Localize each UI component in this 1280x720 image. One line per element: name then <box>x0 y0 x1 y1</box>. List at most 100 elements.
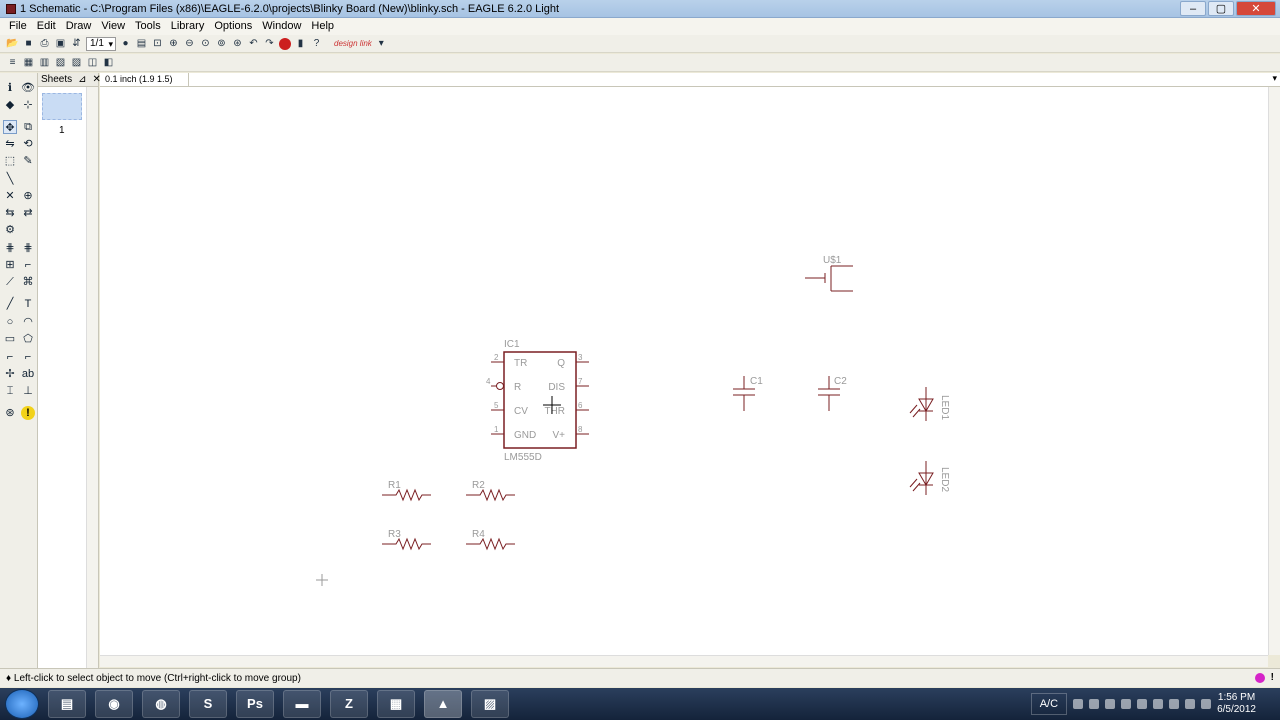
tray-icon-1[interactable] <box>1073 699 1084 709</box>
arc-icon[interactable]: ◠ <box>21 315 35 329</box>
resistor-r3-symbol[interactable] <box>382 537 431 551</box>
menu-window[interactable]: Window <box>257 18 306 35</box>
wire-icon[interactable]: ╱ <box>3 297 17 311</box>
battery-symbol[interactable] <box>805 265 853 292</box>
pin-icon[interactable]: ⊿ <box>78 74 86 85</box>
label-icon[interactable]: ab <box>21 367 35 381</box>
zoom-in-icon[interactable]: ⊕ <box>167 37 180 50</box>
schematic-canvas[interactable]: IC1 LM555D 2 4 5 1 3 7 6 8 TR R CV GND Q… <box>100 87 1268 655</box>
copy-icon[interactable]: ⧉ <box>21 120 35 134</box>
tray-icon-5[interactable] <box>1137 699 1148 709</box>
split-icon[interactable]: ⟋ <box>3 275 17 289</box>
taskbar-app-10[interactable]: ▨ <box>471 690 509 718</box>
menu-file[interactable]: File <box>4 18 32 35</box>
menu-tools[interactable]: Tools <box>130 18 166 35</box>
vertical-scrollbar[interactable] <box>1268 87 1280 655</box>
taskbar-explorer[interactable]: ▤ <box>48 690 86 718</box>
zoom-select-icon[interactable]: ⊚ <box>215 37 228 50</box>
taskbar-firefox[interactable]: ◍ <box>142 690 180 718</box>
sheet-thumbnail[interactable] <box>42 93 82 120</box>
text-icon[interactable]: T <box>21 297 35 311</box>
polygon-icon[interactable]: ⬠ <box>21 332 35 346</box>
print-icon[interactable]: ⎙ <box>38 37 51 50</box>
bus-icon[interactable]: ⌐ <box>3 350 17 364</box>
open-icon[interactable]: 📂 <box>6 37 19 50</box>
invoke-icon[interactable]: ⌘ <box>21 275 35 289</box>
taskbar-filezilla[interactable]: Z <box>330 690 368 718</box>
menu-toggle-icon[interactable]: ≡ <box>6 56 19 69</box>
zoom-fit-icon[interactable]: ⊡ <box>151 37 164 50</box>
mirror-icon[interactable]: ⇋ <box>3 137 17 151</box>
resistor-r1-symbol[interactable] <box>382 488 431 502</box>
menu-help[interactable]: Help <box>306 18 339 35</box>
tray-icon-2[interactable] <box>1089 699 1100 709</box>
minimize-button[interactable]: – <box>1180 1 1206 16</box>
resistor-r4-symbol[interactable] <box>466 537 515 551</box>
taskbar-chrome[interactable]: ◉ <box>95 690 133 718</box>
taskbar-folder[interactable]: ▬ <box>283 690 321 718</box>
attribute-icon[interactable]: ⌶ <box>3 384 17 398</box>
redo-icon[interactable]: ↷ <box>263 37 276 50</box>
gateswap-icon[interactable]: ⚙ <box>3 223 17 237</box>
add-icon[interactable]: ⊕ <box>21 189 35 203</box>
delete-icon[interactable]: ✕ <box>3 189 17 203</box>
ic1-symbol[interactable] <box>491 351 589 449</box>
rect-icon[interactable]: ▭ <box>3 332 17 346</box>
panel-icon[interactable]: ▧ <box>54 56 67 69</box>
tray-icon-7[interactable] <box>1169 699 1180 709</box>
change-icon[interactable]: ✎ <box>21 154 35 168</box>
go-icon[interactable]: ▮ <box>294 37 307 50</box>
menu-draw[interactable]: Draw <box>61 18 97 35</box>
show-icon[interactable]: 👁 <box>21 81 35 95</box>
menu-options[interactable]: Options <box>209 18 257 35</box>
network-icon[interactable] <box>1201 699 1212 709</box>
undo-icon[interactable]: ↶ <box>247 37 260 50</box>
clock[interactable]: 1:56 PM 6/5/2012 <box>1217 692 1256 716</box>
script-icon[interactable]: ▤ <box>135 37 148 50</box>
pinswap-icon[interactable]: ⇆ <box>3 206 17 220</box>
zoom-area-icon[interactable]: ⊛ <box>231 37 244 50</box>
taskbar-photoshop[interactable]: Ps <box>236 690 274 718</box>
maximize-button[interactable]: ▢ <box>1208 1 1234 16</box>
led1-symbol[interactable] <box>909 387 934 421</box>
horizontal-scrollbar[interactable] <box>100 655 1268 667</box>
save-icon[interactable]: ■ <box>22 37 35 50</box>
display-icon[interactable]: ◆ <box>3 98 17 112</box>
split-view2-icon[interactable]: ◧ <box>102 56 115 69</box>
layer-icon[interactable]: ▦ <box>22 56 35 69</box>
menu-library[interactable]: Library <box>166 18 210 35</box>
tray-icon-3[interactable] <box>1105 699 1116 709</box>
junction-icon[interactable]: ✢ <box>3 367 17 381</box>
volume-icon[interactable] <box>1185 699 1196 709</box>
info-icon[interactable]: ℹ <box>3 81 17 95</box>
close-button[interactable]: ✕ <box>1236 1 1276 16</box>
board-switch-icon[interactable]: ⇵ <box>70 37 83 50</box>
net-icon[interactable]: ⌐ <box>21 350 35 364</box>
taskbar-app-8[interactable]: ▦ <box>377 690 415 718</box>
sheets-scrollbar[interactable] <box>86 87 98 668</box>
zoom-out-icon[interactable]: ⊖ <box>183 37 196 50</box>
menu-edit[interactable]: Edit <box>32 18 61 35</box>
mark-icon[interactable]: ⊹ <box>21 98 35 112</box>
rotate-icon[interactable]: ⟲ <box>21 137 35 151</box>
chevron-down-icon[interactable]: ▾ <box>375 37 388 50</box>
miter-icon[interactable]: ⌐ <box>21 258 35 272</box>
ulp-icon[interactable]: ● <box>119 37 132 50</box>
sheet-select[interactable]: 1/1 <box>86 36 116 51</box>
errors-icon[interactable]: ! <box>21 406 35 420</box>
replace-icon[interactable]: ⇄ <box>21 206 35 220</box>
cam-icon[interactable]: ▣ <box>54 37 67 50</box>
tray-icon-4[interactable] <box>1121 699 1132 709</box>
schematic-drawing[interactable]: IC1 LM555D 2 4 5 1 3 7 6 8 TR R CV GND Q… <box>100 87 1268 655</box>
taskbar-skype[interactable]: S <box>189 690 227 718</box>
resistor-r2-symbol[interactable] <box>466 488 515 502</box>
grid-icon[interactable]: ▥ <box>38 56 51 69</box>
split-view-icon[interactable]: ◫ <box>86 56 99 69</box>
smash-icon[interactable]: ⊞ <box>3 258 17 272</box>
dimension-icon[interactable]: ⊥ <box>21 384 35 398</box>
circle-icon[interactable]: ○ <box>3 315 17 329</box>
taskbar-eagle[interactable]: ▲ <box>424 690 462 718</box>
stop-icon[interactable] <box>279 37 291 50</box>
name-icon[interactable]: ⋕ <box>3 241 17 255</box>
erc-icon[interactable]: ⊛ <box>3 406 17 420</box>
